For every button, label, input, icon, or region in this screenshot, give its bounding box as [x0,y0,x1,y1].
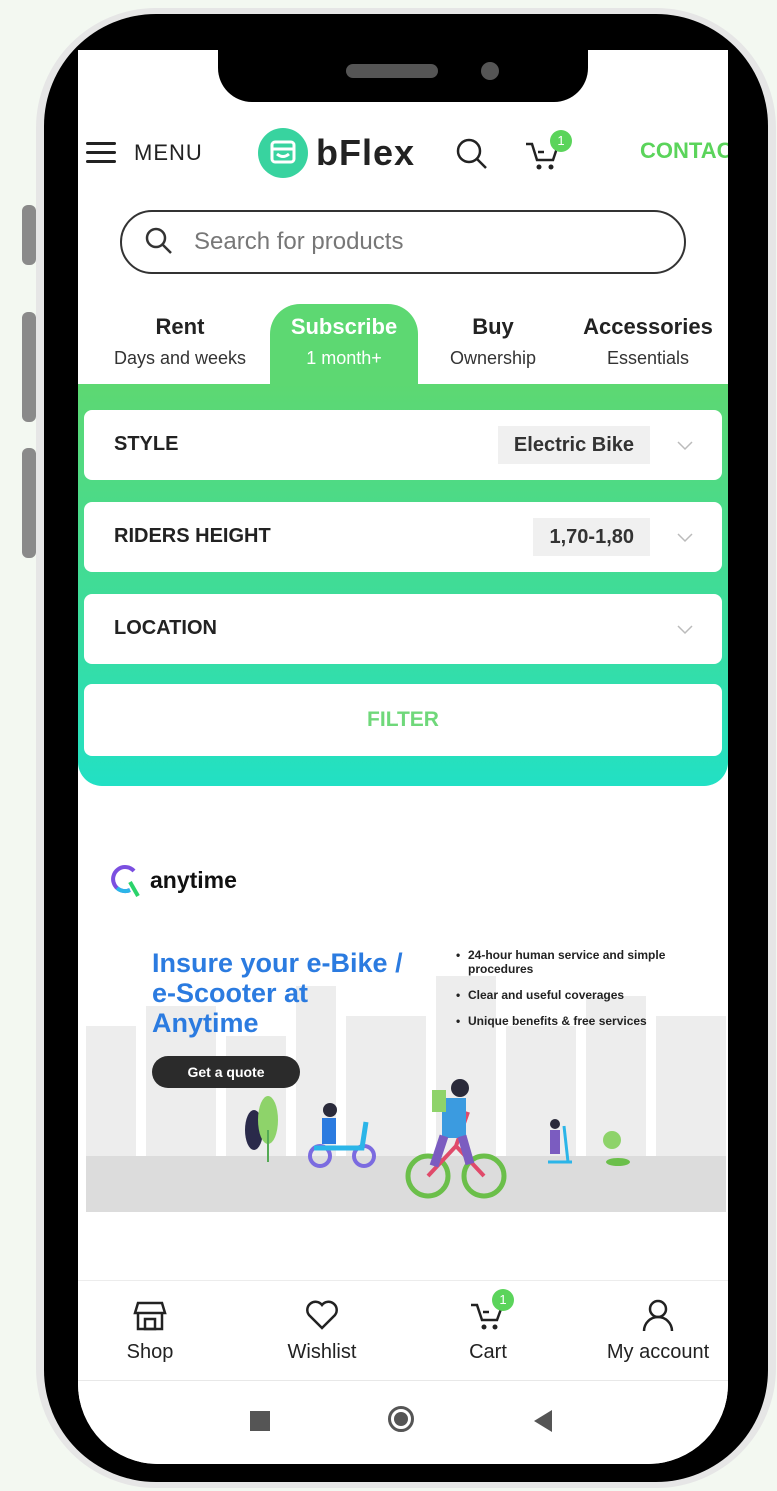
anytime-logo[interactable]: anytime [108,862,237,898]
tab-buy[interactable]: Buy Ownership [428,304,558,384]
speaker [346,64,438,78]
top-header: MENU bFlex 1 CONTAC [78,124,728,184]
location-select[interactable]: LOCATION [84,594,722,664]
square-icon[interactable] [250,1411,270,1431]
hamburger-icon[interactable] [86,142,116,164]
tab-accessories[interactable]: Accessories Essentials [570,304,726,384]
contact-link[interactable]: CONTAC [640,138,728,164]
app-screen: MENU bFlex 1 CONTAC Search for products … [78,50,728,1464]
circle-icon[interactable] [388,1406,414,1432]
cart-icon[interactable]: 1 [522,130,572,174]
nav-shop[interactable]: Shop [108,1295,192,1364]
chevron-down-icon [676,436,694,454]
nav-wishlist[interactable]: Wishlist [272,1295,372,1364]
search-icon [144,226,174,256]
store-icon [258,128,308,178]
cart-icon: 1 [468,1289,514,1335]
user-icon [638,1295,678,1335]
filter-button[interactable]: FILTER [84,684,722,756]
category-tabs: Rent Days and weeks Subscribe 1 month+ B… [78,304,728,384]
heart-icon [302,1295,342,1335]
search-icon[interactable] [454,136,490,172]
triangle-icon[interactable] [534,1410,552,1432]
search-placeholder: Search for products [194,228,404,255]
style-value: Electric Bike [497,426,650,464]
riders-height-value: 1,70-1,80 [533,518,650,556]
bflex-logo[interactable]: bFlex [258,124,415,182]
logo-text: bFlex [316,132,416,173]
nav-cart[interactable]: 1 Cart [448,1289,528,1364]
anytime-brand: anytime [150,866,237,893]
anytime-logo-icon [111,865,140,897]
cart-count-badge: 1 [550,130,572,152]
tab-subscribe[interactable]: Subscribe 1 month+ [270,304,418,384]
menu-label[interactable]: MENU [134,140,203,166]
cart-count-badge: 1 [492,1289,514,1311]
chevron-down-icon [676,620,694,638]
volume-down-button [22,312,36,422]
search-input[interactable]: Search for products [120,210,686,274]
chevron-down-icon [676,528,694,546]
phone-notch [218,40,588,102]
riders-illustration [245,1079,630,1199]
system-nav-bar [78,1380,728,1464]
tab-rent[interactable]: Rent Days and weeks [98,304,262,384]
nav-my-account[interactable]: My account [598,1295,718,1364]
style-select[interactable]: STYLE Electric Bike [84,410,722,480]
camera [481,62,499,80]
bottom-nav: Shop Wishlist 1 Cart My account [78,1280,728,1381]
volume-up-button [22,205,36,265]
insurance-banner[interactable]: Insure your e-Bike / e-Scooter at Anytim… [86,930,726,1212]
shop-icon [130,1295,170,1335]
filter-panel: STYLE Electric Bike RIDERS HEIGHT 1,70-1… [78,384,728,786]
power-button [22,448,36,558]
riders-height-select[interactable]: RIDERS HEIGHT 1,70-1,80 [84,502,722,572]
